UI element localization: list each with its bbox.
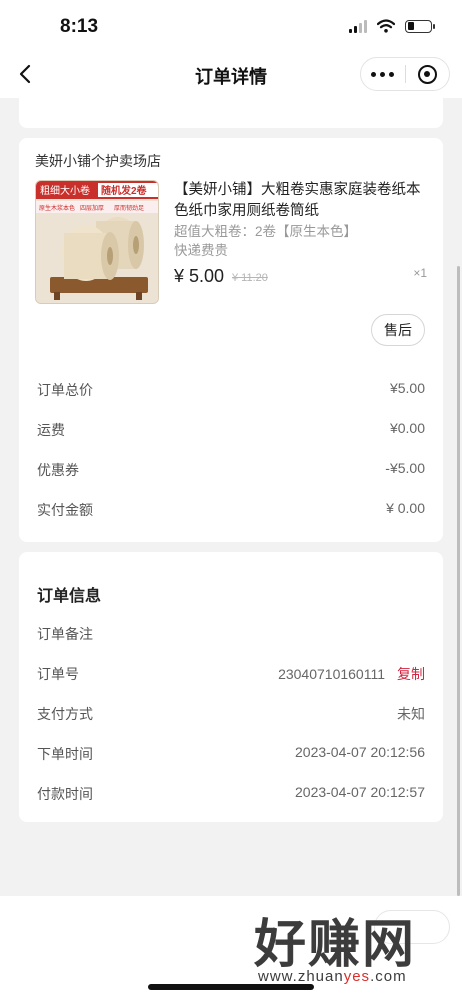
summary-value: ¥0.00 bbox=[389, 420, 425, 436]
order-info-card: 订单信息 订单备注 订单号 23040710160111 复制 支付方式 未知 下… bbox=[19, 552, 443, 822]
payment-method-value: 未知 bbox=[397, 706, 425, 722]
summary-value: -¥5.00 bbox=[385, 460, 425, 476]
order-remark-row: 订单备注 bbox=[37, 622, 425, 646]
toilet-paper-image: 粗细大小卷 随机发2卷 原生木浆本色 四层加厚 厚而韧劲足 bbox=[36, 181, 158, 303]
order-time-label: 下单时间 bbox=[37, 746, 93, 762]
pay-time-label: 付款时间 bbox=[37, 786, 93, 802]
summary-label: 优惠券 bbox=[37, 462, 79, 478]
payment-method-row: 支付方式 未知 bbox=[37, 702, 425, 726]
scrollbar[interactable] bbox=[457, 266, 460, 896]
after-sale-button[interactable]: 售后 bbox=[371, 314, 425, 346]
summary-row-coupon: 优惠券 -¥5.00 bbox=[37, 458, 425, 482]
payment-method-label: 支付方式 bbox=[37, 706, 93, 722]
pay-time-value: 2023-04-07 20:12:57 bbox=[295, 784, 425, 800]
miniprogram-capsule bbox=[360, 57, 450, 91]
copy-button[interactable]: 复制 bbox=[397, 666, 425, 682]
summary-row-paid: 实付金额 ¥ 0.00 bbox=[37, 498, 425, 522]
pay-time-row: 付款时间 2023-04-07 20:12:57 bbox=[37, 782, 425, 806]
watermark-text: 好赚网 bbox=[254, 916, 417, 974]
thumb-sub-1: 原生木浆本色 bbox=[39, 204, 75, 212]
product-spec: 超值大粗卷：2卷【原生本色】快递费贵 bbox=[174, 224, 358, 258]
order-number-row: 订单号 23040710160111 复制 bbox=[37, 662, 425, 686]
summary-value: ¥5.00 bbox=[389, 380, 425, 396]
order-number: 23040710160111 bbox=[278, 666, 385, 682]
order-remark-label: 订单备注 bbox=[37, 626, 93, 642]
watermark-url: www.zhuanyes.com bbox=[258, 968, 407, 985]
status-icons bbox=[349, 19, 435, 33]
thumb-banner-text-2: 随机发2卷 bbox=[101, 184, 148, 197]
thumb-banner-text: 粗细大小卷 bbox=[40, 184, 90, 197]
thumb-sub-2: 四层加厚 bbox=[80, 204, 104, 212]
wifi-icon bbox=[377, 19, 395, 33]
order-time-value: 2023-04-07 20:12:56 bbox=[295, 744, 425, 760]
address-card-partial bbox=[19, 92, 443, 128]
order-number-label: 订单号 bbox=[37, 666, 79, 682]
product-price: ¥ 5.00 bbox=[174, 266, 225, 286]
product-thumbnail[interactable]: 粗细大小卷 随机发2卷 原生木浆本色 四层加厚 厚而韧劲足 bbox=[35, 180, 159, 304]
status-bar: 8:13 bbox=[0, 0, 462, 52]
original-price: ¥ 11.20 bbox=[232, 272, 268, 284]
shop-name[interactable]: 美妍小铺个护卖场店 bbox=[35, 151, 161, 171]
battery-icon bbox=[405, 19, 435, 33]
summary-label: 实付金额 bbox=[37, 502, 93, 518]
summary-row-total: 订单总价 ¥5.00 bbox=[37, 378, 425, 402]
watermark-logo: 好赚网 www.zhuanyes.com bbox=[254, 902, 450, 990]
more-icon[interactable] bbox=[361, 71, 405, 77]
product-title[interactable]: 【美妍小铺】大粗卷实惠家庭装卷纸本色纸巾家用厕纸卷筒纸 bbox=[174, 180, 429, 222]
summary-label: 订单总价 bbox=[37, 382, 93, 398]
order-info-title: 订单信息 bbox=[37, 588, 102, 605]
summary-row-shipping: 运费 ¥0.00 bbox=[37, 418, 425, 442]
close-miniprogram-icon[interactable] bbox=[406, 64, 450, 84]
product-quantity: ×1 bbox=[413, 266, 427, 280]
status-time: 8:13 bbox=[60, 16, 99, 37]
signal-icon bbox=[349, 19, 367, 33]
order-time-row: 下单时间 2023-04-07 20:12:56 bbox=[37, 742, 425, 766]
thumb-sub-3: 厚而韧劲足 bbox=[114, 204, 144, 212]
summary-label: 运费 bbox=[37, 422, 65, 438]
summary-value: ¥ 0.00 bbox=[386, 500, 425, 516]
product-card: 美妍小铺个护卖场店 粗细大小卷 随机发2卷 原生木浆本色 四层加厚 厚而韧劲足 … bbox=[19, 138, 443, 542]
order-number-value-wrap: 23040710160111 复制 bbox=[278, 664, 425, 684]
